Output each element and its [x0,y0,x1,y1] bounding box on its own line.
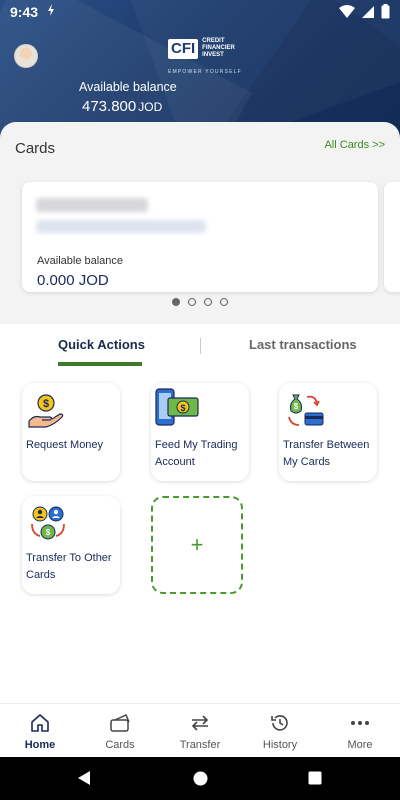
nav-label: Cards [105,739,135,751]
nav-home[interactable]: Home [0,712,80,751]
card-balance: 0.000 JOD [37,272,109,289]
pager-dot[interactable] [172,298,180,306]
more-icon [320,712,400,734]
cards-section: Cards All Cards >> Available balance 0.0… [0,122,400,324]
transfer-between-cards-action[interactable]: $ Transfer Between My Cards [279,383,377,481]
recents-icon[interactable] [308,771,322,785]
history-icon [240,712,320,734]
next-card-peek[interactable] [384,182,400,292]
nav-label: More [347,739,373,751]
svg-text:$: $ [43,398,49,410]
all-cards-link[interactable]: All Cards >> [324,139,385,151]
avatar[interactable] [14,44,38,68]
quick-action-label: Request Money [26,439,104,451]
pager-dot[interactable] [188,298,196,306]
status-bar: 9:43 [0,0,400,24]
home-circle-icon[interactable] [193,771,208,786]
quick-action-label: Feed My Trading Account [155,439,238,468]
balance-amount: 473.800 JOD [82,98,163,115]
home-icon [0,712,80,734]
nav-label: History [262,739,298,751]
card-holder-name-blurred [36,198,148,212]
tab-last-transactions[interactable]: Last transactions [249,337,357,352]
tab-bar: Quick Actions Last transactions [0,330,400,370]
quick-action-label: Transfer To Other Cards [26,552,112,581]
pager-dot[interactable] [204,298,212,306]
logo-tagline: EMPOWER YOURSELF [168,69,242,75]
back-icon[interactable] [76,770,92,786]
nav-history[interactable]: History [240,712,320,751]
quick-action-label: Transfer Between My Cards [283,439,370,468]
card-available-label: Available balance [37,255,124,267]
signal-icon [362,5,374,18]
request-money-action[interactable]: $ Request Money [22,383,120,481]
active-tab-indicator [58,362,142,366]
request-money-icon: $ [28,394,64,428]
plus-icon: + [190,532,204,557]
bottom-nav: Home Cards Transfer History More [0,703,400,757]
nav-label: Transfer [179,739,221,751]
transfer-other-cards-icon: $ [31,506,65,540]
sync-icon [46,3,56,20]
cards-icon [80,712,160,734]
trading-account-icon: $ [155,388,199,426]
nav-cards[interactable]: Cards [80,712,160,751]
feed-trading-account-action[interactable]: $ Feed My Trading Account [151,383,249,481]
nav-label: Home [24,739,56,751]
pager-dot[interactable] [220,298,228,306]
tab-divider [200,338,201,354]
svg-text:$: $ [46,528,51,537]
cards-title: Cards [15,140,56,157]
add-quick-action-button[interactable]: + [151,496,243,594]
nav-more[interactable]: More [320,712,400,751]
transfer-icon [160,712,240,734]
status-time: 9:43 [10,4,39,20]
system-navigation-bar [0,757,400,800]
svg-text:$: $ [180,403,185,413]
transfer-between-cards-icon: $ [288,394,324,426]
available-balance-label: Available balance [79,80,177,94]
svg-text:$: $ [294,402,299,411]
wifi-icon [339,4,355,18]
nav-transfer[interactable]: Transfer [160,712,240,751]
card-item[interactable]: Available balance 0.000 JOD [22,182,378,292]
card-pager [0,298,400,306]
company-logo: CFI CREDIT FINANCIER INVEST [168,38,235,59]
battery-icon [381,4,390,19]
card-number-blurred [36,220,206,233]
transfer-other-cards-action[interactable]: $ Transfer To Other Cards [22,496,120,594]
tab-quick-actions[interactable]: Quick Actions [58,337,145,352]
